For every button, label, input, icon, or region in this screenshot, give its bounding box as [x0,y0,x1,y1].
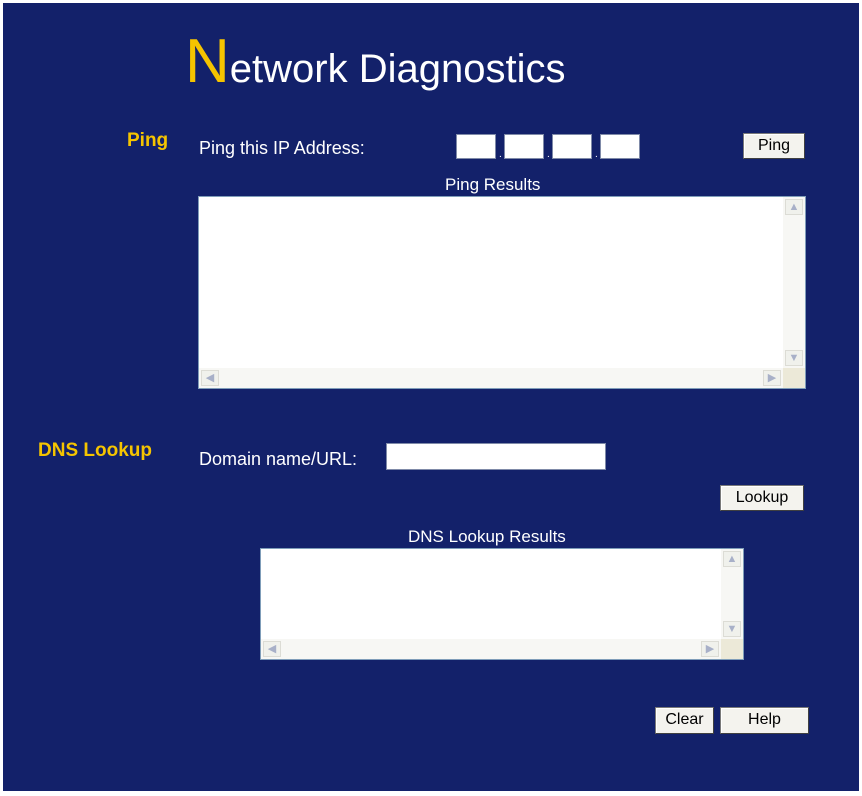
scroll-left-icon[interactable]: ◀ [201,370,219,386]
scroll-down-icon[interactable]: ▼ [723,621,741,637]
page-title-rest: etwork Diagnostics [229,47,566,91]
dns-results-vertical-scrollbar[interactable]: ▲ ▼ [721,549,743,639]
network-diagnostics-page: Network Diagnostics Ping Ping this IP Ad… [3,3,859,791]
dns-results-horizontal-scrollbar[interactable]: ◀ ▶ [261,639,721,659]
domain-name-input[interactable] [386,443,606,470]
dns-results-textarea[interactable]: ▲ ▼ ◀ ▶ [260,548,744,660]
dns-domain-label: Domain name/URL: [199,449,358,469]
ping-section-label: Ping [127,130,169,151]
scroll-right-icon[interactable]: ▶ [701,641,719,657]
dns-results-label: DNS Lookup Results [408,527,566,546]
dns-section-label: DNS Lookup [38,440,152,461]
ip-dot-2: . [547,149,550,160]
page-title: Network Diagnostics [185,31,565,93]
ip-octet-2-input[interactable] [504,134,544,159]
scroll-right-icon[interactable]: ▶ [763,370,781,386]
ip-octet-3-input[interactable] [552,134,592,159]
clear-button[interactable]: Clear [655,707,714,734]
lookup-button[interactable]: Lookup [720,485,804,511]
ping-results-vertical-scrollbar[interactable]: ▲ ▼ [783,197,805,368]
page-title-initial: N [185,27,230,96]
ping-ip-label: Ping this IP Address: [199,138,365,158]
ip-dot-3: . [595,149,598,160]
scrollbar-corner [721,639,743,659]
ping-results-horizontal-scrollbar[interactable]: ◀ ▶ [199,368,783,388]
scroll-left-icon[interactable]: ◀ [263,641,281,657]
ip-octet-4-input[interactable] [600,134,640,159]
ping-button[interactable]: Ping [743,133,805,159]
scroll-down-icon[interactable]: ▼ [785,350,803,366]
ip-dot-1: . [499,149,502,160]
ping-results-textarea[interactable]: ▲ ▼ ◀ ▶ [198,196,806,389]
scrollbar-corner [783,368,805,388]
help-button[interactable]: Help [720,707,809,734]
ip-octet-1-input[interactable] [456,134,496,159]
scroll-up-icon[interactable]: ▲ [785,199,803,215]
scroll-up-icon[interactable]: ▲ [723,551,741,567]
ping-results-label: Ping Results [445,175,541,194]
